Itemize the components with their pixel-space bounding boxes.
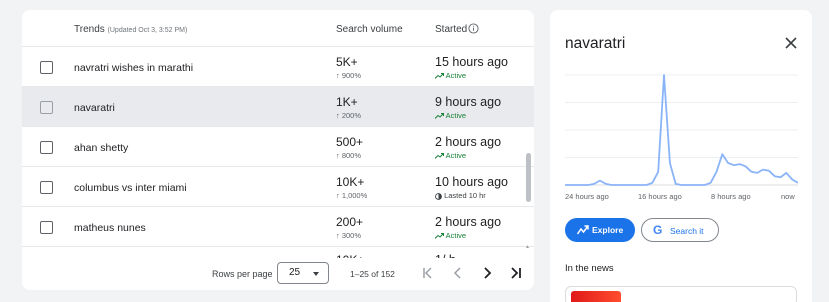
started-time: 2 hours ago — [435, 215, 502, 229]
trend-name[interactable]: matheus nunes — [74, 222, 146, 234]
trend-name[interactable]: navratri wishes in marathi — [74, 62, 193, 74]
volume-change: ↑ 1,000% — [336, 191, 368, 200]
trend-name[interactable]: navaratri — [74, 102, 115, 114]
last-page-icon[interactable] — [507, 264, 525, 282]
rows-per-page-label: Rows per page — [212, 269, 273, 279]
search-volume: 10K+ — [336, 175, 365, 189]
first-page-icon[interactable] — [419, 264, 437, 282]
trends-table: Trends (Updated Oct 3, 3:52 PM) Search v… — [22, 10, 534, 290]
search-volume: 1K+ — [336, 95, 358, 109]
status-active: Active — [434, 111, 467, 120]
trend-name[interactable]: ahan shetty — [74, 142, 128, 154]
news-card[interactable] — [565, 286, 797, 302]
volume-change: ↑ 300% — [336, 231, 362, 240]
search-volume-header[interactable]: Search volume — [336, 24, 403, 35]
started-time: 15 hours ago — [435, 55, 508, 69]
trending-up-icon — [434, 73, 444, 79]
trend-detail-panel: navaratri 24 hours ago 16 hours ago 8 ho… — [550, 10, 812, 302]
prev-page-icon[interactable] — [449, 264, 467, 282]
status-label: Lasted 10 hr — [444, 191, 486, 200]
panel-title: navaratri — [565, 35, 626, 52]
search-it-label: Search it — [670, 226, 704, 236]
trending-up-icon — [434, 233, 444, 239]
table-row[interactable]: ahan shetty 500+ ↑ 800% 2 hours ago Acti… — [22, 127, 534, 167]
started-time: 10 hours ago — [435, 175, 508, 189]
status-active: Active — [434, 71, 467, 80]
news-thumbnail — [571, 291, 621, 302]
started-header[interactable]: Started — [435, 24, 467, 35]
trends-header-label: Trends — [74, 24, 105, 35]
search-volume: 500+ — [336, 135, 364, 149]
updated-timestamp: (Updated Oct 3, 3:52 PM) — [107, 27, 188, 34]
trending-up-icon — [434, 153, 444, 159]
row-checkbox[interactable] — [40, 101, 53, 114]
pagination-bar: Rows per page 25 1–25 of 152 — [22, 258, 534, 290]
trend-name[interactable]: columbus vs inter miami — [74, 182, 187, 194]
table-row[interactable]: matheus nunes 200+ ↑ 300% 2 hours ago Ac… — [22, 207, 534, 247]
trending-up-icon — [434, 113, 444, 119]
search-volume: 200+ — [336, 215, 364, 229]
row-checkbox[interactable] — [40, 141, 53, 154]
table-header: Trends (Updated Oct 3, 3:52 PM) Search v… — [22, 10, 534, 47]
trending-icon — [577, 225, 589, 235]
next-page-icon[interactable] — [478, 264, 496, 282]
rows-per-page-value: 25 — [289, 267, 301, 278]
explore-label: Explore — [592, 225, 624, 235]
explore-button[interactable]: Explore — [565, 218, 635, 242]
status-label: Active — [445, 151, 467, 160]
timer-icon — [435, 192, 442, 200]
x-tick-label: 8 hours ago — [711, 192, 751, 201]
row-checkbox[interactable] — [40, 221, 53, 234]
row-checkbox[interactable] — [40, 181, 53, 194]
status-label: Active — [445, 111, 467, 120]
info-icon[interactable] — [468, 23, 479, 34]
trends-header[interactable]: Trends (Updated Oct 3, 3:52 PM) — [74, 24, 187, 35]
x-tick-label: 16 hours ago — [638, 192, 682, 201]
volume-change: ↑ 800% — [336, 151, 362, 160]
x-tick-label: 24 hours ago — [565, 192, 609, 201]
status-active: Active — [434, 151, 467, 160]
search-it-button[interactable]: G Search it — [641, 218, 719, 242]
interest-over-time-chart — [565, 74, 798, 186]
status-label: Active — [445, 231, 467, 240]
started-time: 9 hours ago — [435, 95, 502, 109]
page-range: 1–25 of 152 — [350, 269, 395, 279]
status-active: Active — [434, 231, 467, 240]
table-row-selected[interactable]: navaratri 1K+ ↑ 200% 9 hours ago Active — [22, 87, 534, 127]
started-time: 2 hours ago — [435, 135, 502, 149]
table-row[interactable]: columbus vs inter miami 10K+ ↑ 1,000% 10… — [22, 167, 534, 207]
volume-change: ↑ 900% — [336, 71, 362, 80]
status-lasted: Lasted 10 hr — [435, 191, 486, 200]
close-icon[interactable] — [785, 37, 797, 49]
scrollbar-thumb[interactable] — [526, 153, 531, 202]
news-heading: In the news — [565, 263, 614, 274]
row-checkbox[interactable] — [40, 61, 53, 74]
search-volume: 5K+ — [336, 55, 358, 69]
table-row[interactable]: navratri wishes in marathi 5K+ ↑ 900% 15… — [22, 47, 534, 87]
status-label: Active — [445, 71, 467, 80]
dropdown-caret-icon — [313, 272, 319, 276]
scroll-down-icon[interactable]: ▲ — [525, 244, 530, 250]
google-g-icon: G — [653, 223, 663, 237]
x-tick-label: now — [781, 192, 795, 201]
rows-per-page-select[interactable]: 25 — [277, 262, 329, 284]
volume-change: ↑ 200% — [336, 111, 362, 120]
